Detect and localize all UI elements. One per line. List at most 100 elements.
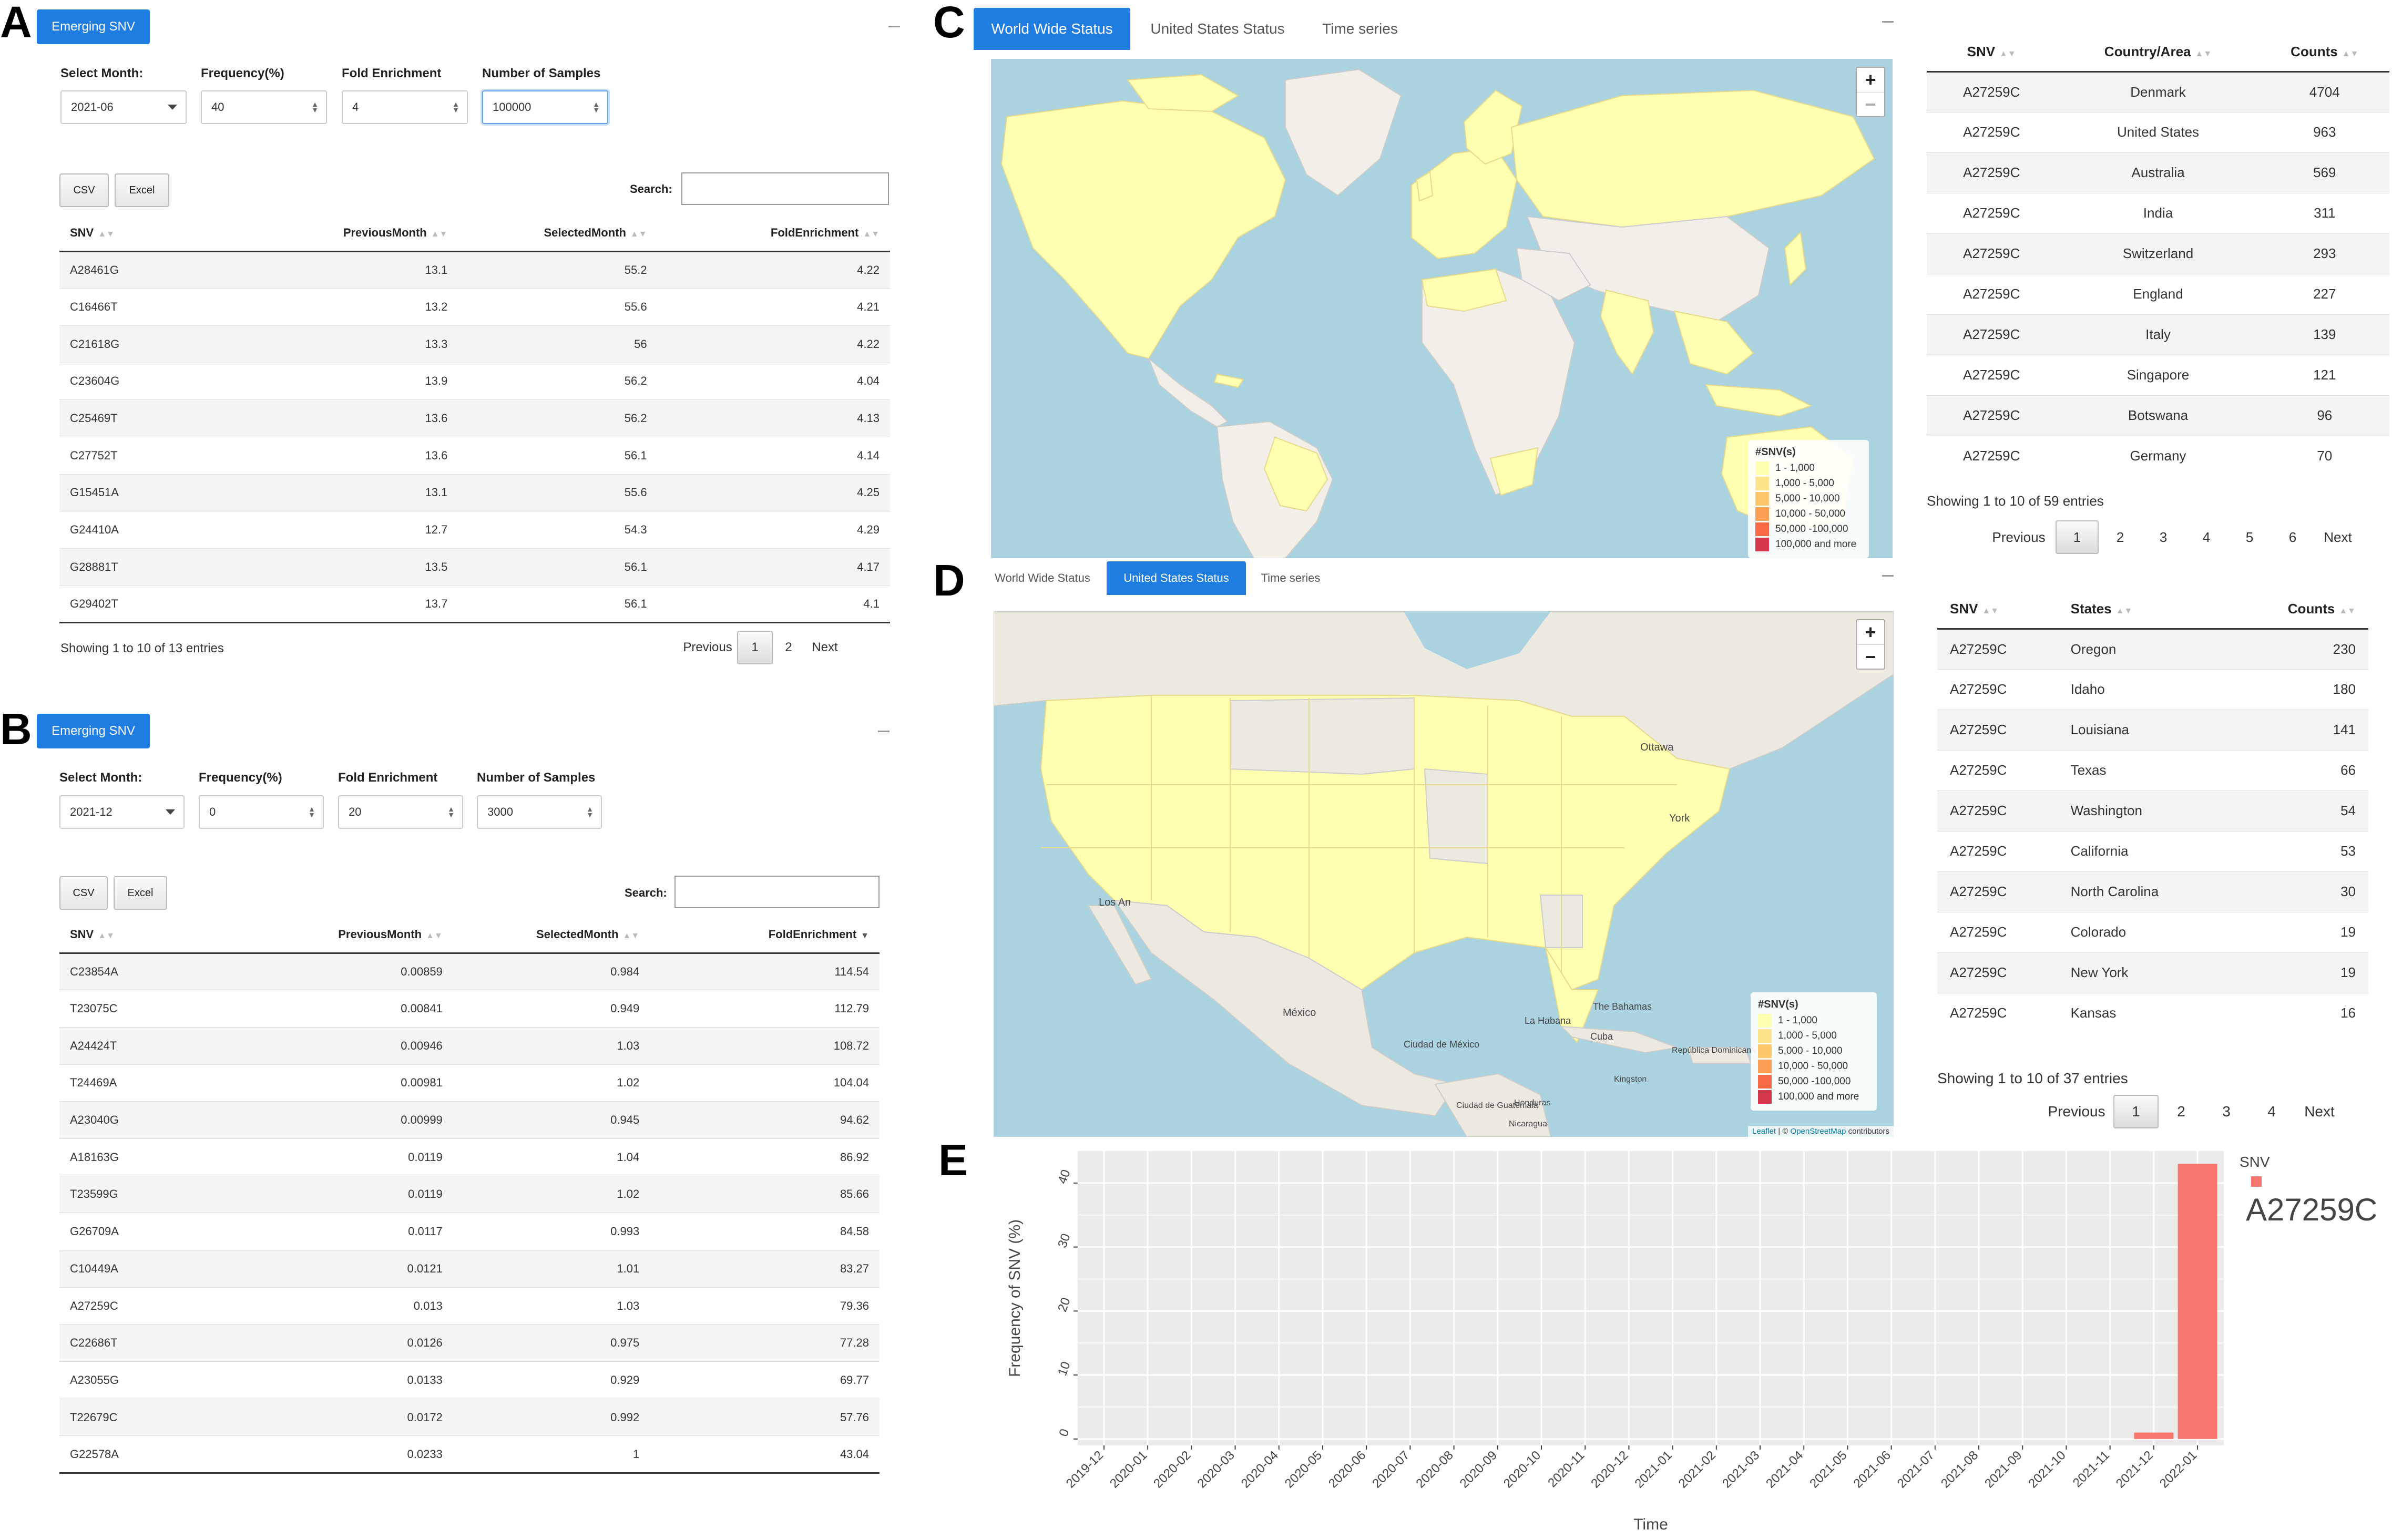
table-row[interactable]: A27259C New York 19: [1937, 952, 2368, 993]
previous-page-button[interactable]: Previous: [2040, 1095, 2113, 1128]
table-row[interactable]: A27259C Idaho 180: [1937, 669, 2368, 710]
tab-time-series[interactable]: Time series: [1251, 561, 1330, 595]
table-row[interactable]: A27259C England 227: [1927, 273, 2389, 314]
table-row[interactable]: T23599G 0.0119 1.02 85.66: [59, 1175, 880, 1213]
table-row[interactable]: A18163G 0.0119 1.04 86.92: [59, 1138, 880, 1176]
spinner-icon[interactable]: ▲ ▼: [311, 100, 319, 114]
table-row[interactable]: G15451A 13.1 55.6 4.25: [59, 474, 890, 511]
column-header-snv[interactable]: SNV ▲▼: [1937, 590, 2058, 630]
page-button-6[interactable]: 6: [2271, 520, 2314, 554]
table-row[interactable]: C27752T 13.6 56.1 4.14: [59, 436, 890, 475]
previous-page-button[interactable]: Previous: [1982, 520, 2056, 554]
column-header-foldenrichment[interactable]: FoldEnrichment ▼: [650, 917, 880, 954]
next-page-button[interactable]: Next: [2294, 1095, 2345, 1128]
table-row[interactable]: G22578A 0.0233 1 43.04: [59, 1435, 880, 1474]
table-row[interactable]: C22686T 0.0126 0.975 77.28: [59, 1324, 880, 1362]
table-row[interactable]: G29402T 13.7 56.1 4.1: [59, 585, 890, 624]
spinner-icon[interactable]: ▲ ▼: [308, 805, 315, 818]
search-input[interactable]: [681, 172, 889, 205]
column-header-selectedmonth[interactable]: SelectedMonth ▲▼: [453, 917, 650, 954]
column-header-previousmonth[interactable]: PreviousMonth ▲▼: [226, 215, 458, 252]
frequency-input[interactable]: 0 ▲ ▼: [199, 795, 324, 829]
collapse-icon[interactable]: [878, 731, 890, 732]
table-row[interactable]: A27259C Oregon 230: [1937, 628, 2368, 669]
zoom-in-button[interactable]: +: [1857, 620, 1884, 644]
collapse-icon[interactable]: [1882, 21, 1894, 23]
table-row[interactable]: A27259C California 53: [1937, 830, 2368, 871]
table-row[interactable]: C21618G 13.3 56 4.22: [59, 325, 890, 363]
table-row[interactable]: A27259C Texas 66: [1937, 750, 2368, 790]
column-header-snv[interactable]: SNV ▲▼: [1927, 33, 2057, 73]
column-header-previousmonth[interactable]: PreviousMonth ▲▼: [223, 917, 453, 954]
table-row[interactable]: C23854A 0.00859 0.984 114.54: [59, 952, 880, 990]
next-page-button[interactable]: Next: [804, 631, 845, 664]
select-month-dropdown[interactable]: 2021-06: [60, 90, 187, 124]
table-row[interactable]: C25469T 13.6 56.2 4.13: [59, 399, 890, 437]
emerging-snv-button[interactable]: Emerging SNV: [37, 714, 150, 748]
csv-button[interactable]: CSV: [59, 876, 108, 910]
number-of-samples-input[interactable]: 100000 ▲ ▼: [482, 90, 608, 124]
tab-time-series[interactable]: Time series: [1305, 8, 1415, 50]
table-row[interactable]: A27259C North Carolina 30: [1937, 871, 2368, 912]
table-row[interactable]: A27259C Germany 70: [1927, 435, 2389, 476]
column-header-counts[interactable]: Counts ▲▼: [2247, 590, 2368, 630]
table-row[interactable]: A27259C Italy 139: [1927, 314, 2389, 355]
page-button-4[interactable]: 4: [2185, 520, 2228, 554]
collapse-icon[interactable]: [1882, 575, 1894, 577]
page-button-5[interactable]: 5: [2228, 520, 2271, 554]
table-row[interactable]: T23075C 0.00841 0.949 112.79: [59, 990, 880, 1028]
tab-united-states-status[interactable]: United States Status: [1136, 8, 1300, 50]
column-header-snv[interactable]: SNV ▲▼: [59, 215, 226, 252]
search-input[interactable]: [674, 876, 880, 908]
column-header-snv[interactable]: SNV ▲▼: [59, 917, 223, 954]
table-row[interactable]: A27259C Singapore 121: [1927, 354, 2389, 395]
table-row[interactable]: C16466T 13.2 55.6 4.21: [59, 288, 890, 326]
excel-button[interactable]: Excel: [114, 876, 167, 910]
spinner-icon[interactable]: ▲ ▼: [592, 100, 600, 114]
fold-enrichment-input[interactable]: 4 ▲ ▼: [342, 90, 468, 124]
zoom-out-button[interactable]: −: [1857, 92, 1884, 116]
table-row[interactable]: A24424T 0.00946 1.03 108.72: [59, 1026, 880, 1065]
collapse-icon[interactable]: [888, 26, 900, 27]
page-button-1[interactable]: 1: [2056, 520, 2099, 554]
table-row[interactable]: A27259C Botswana 96: [1927, 395, 2389, 436]
spinner-icon[interactable]: ▲ ▼: [452, 100, 459, 114]
column-header-states[interactable]: States ▲▼: [2058, 590, 2248, 630]
table-row[interactable]: T24469A 0.00981 1.02 104.04: [59, 1064, 880, 1102]
table-row[interactable]: A27259C Colorado 19: [1937, 911, 2368, 952]
table-row[interactable]: G24410A 12.7 54.3 4.29: [59, 511, 890, 549]
page-button-1[interactable]: 1: [2113, 1095, 2159, 1128]
tab-world-wide-status[interactable]: World Wide Status: [987, 561, 1098, 595]
next-page-button[interactable]: Next: [2314, 520, 2362, 554]
column-header-foldenrichment[interactable]: FoldEnrichment ▲▼: [657, 215, 890, 252]
table-row[interactable]: C23604G 13.9 56.2 4.04: [59, 362, 890, 400]
table-row[interactable]: A27259C Australia 569: [1927, 152, 2389, 193]
page-button-3[interactable]: 3: [2142, 520, 2185, 554]
zoom-in-button[interactable]: +: [1857, 68, 1884, 92]
world-map[interactable]: + − #SNV(s) 1 - 1,000 1,000 - 5,000 5,000 …: [991, 59, 1893, 558]
spinner-icon[interactable]: ▲ ▼: [447, 805, 455, 818]
page-button-2[interactable]: 2: [773, 631, 804, 664]
csv-button[interactable]: CSV: [59, 173, 109, 207]
table-row[interactable]: G26709A 0.0117 0.993 84.58: [59, 1213, 880, 1250]
table-row[interactable]: A27259C Louisiana 141: [1937, 709, 2368, 750]
page-button-3[interactable]: 3: [2204, 1095, 2249, 1128]
previous-page-button[interactable]: Previous: [678, 631, 737, 664]
column-header-counts[interactable]: Counts ▲▼: [2260, 33, 2389, 73]
table-row[interactable]: T22679C 0.0172 0.992 57.76: [59, 1398, 880, 1436]
osm-link[interactable]: OpenStreetMap: [1791, 1127, 1846, 1136]
table-row[interactable]: A27259C United States 963: [1927, 111, 2389, 152]
table-row[interactable]: A27259C Washington 54: [1937, 790, 2368, 831]
select-month-dropdown[interactable]: 2021-12: [59, 795, 185, 829]
table-row[interactable]: G28881T 13.5 56.1 4.17: [59, 548, 890, 586]
page-button-4[interactable]: 4: [2249, 1095, 2294, 1128]
table-row[interactable]: A27259C 0.013 1.03 79.36: [59, 1287, 880, 1325]
zoom-out-button[interactable]: −: [1857, 644, 1884, 669]
table-row[interactable]: A27259C Kansas 16: [1937, 992, 2368, 1033]
page-button-2[interactable]: 2: [2099, 520, 2142, 554]
page-button-1[interactable]: 1: [737, 631, 773, 664]
table-row[interactable]: A27259C Denmark 4704: [1927, 71, 2389, 112]
number-of-samples-input[interactable]: 3000 ▲ ▼: [477, 795, 602, 829]
emerging-snv-button[interactable]: Emerging SNV: [37, 9, 150, 44]
table-row[interactable]: A27259C Switzerland 293: [1927, 233, 2389, 274]
